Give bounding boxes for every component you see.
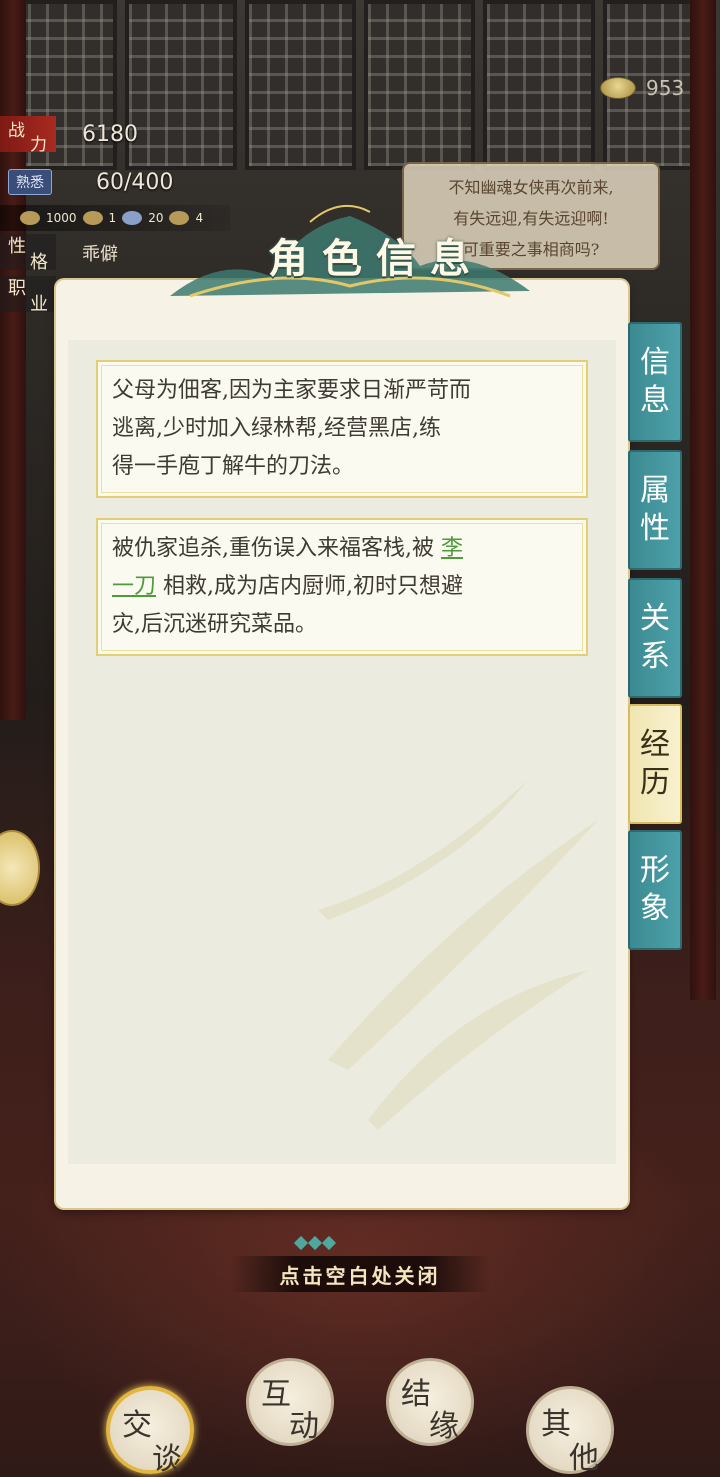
personality-row: 性 格	[0, 232, 56, 273]
mini-stat-value: 1000	[46, 211, 77, 225]
tab-experience[interactable]: 经历	[628, 704, 682, 824]
currency-display: 953	[600, 76, 684, 100]
character-link-li-yidao[interactable]: 李	[441, 536, 463, 561]
tea-bowl-icon	[600, 77, 636, 99]
tab-info[interactable]: 信息	[628, 322, 682, 442]
power-label: 战 力	[0, 116, 56, 155]
tab-attributes[interactable]: 属性	[628, 450, 682, 570]
bamboo-leaf-watermark	[318, 780, 598, 1130]
panel-title: 角色信息	[268, 235, 484, 282]
familiarity-badge: 熟悉	[8, 169, 52, 195]
currency-value: 953	[646, 76, 685, 100]
character-info-panel: 父母为佃客,因为主家要求日渐严苛而 逃离,少时加入绿林帮,经营黑店,练 得一手庖…	[56, 280, 628, 1208]
talk-button[interactable]: 交 谈	[106, 1386, 194, 1477]
personality-label: 性 格	[0, 234, 56, 273]
bond-button[interactable]: 结 缘	[386, 1358, 474, 1446]
tab-relations[interactable]: 关系	[628, 578, 682, 698]
power-value: 6180	[82, 121, 138, 147]
tab-appearance[interactable]: 形象	[628, 830, 682, 950]
job-label: 职 业	[0, 276, 56, 315]
close-hint[interactable]: 点击空白处关闭	[230, 1256, 490, 1292]
personality-value: 乖僻	[82, 244, 118, 265]
spirit-icon	[122, 211, 143, 225]
interact-button[interactable]: 互 动	[246, 1358, 334, 1446]
power-row: 战 力 6180	[0, 114, 138, 155]
familiarity-value: 60/400	[96, 169, 174, 195]
cloud-icon	[20, 211, 40, 225]
character-link-li-yidao[interactable]: 一刀	[112, 574, 156, 599]
other-button[interactable]: 其 他	[526, 1386, 614, 1476]
job-row: 职 业	[0, 274, 56, 315]
experience-card-1: 父母为佃客,因为主家要求日渐严苛而 逃离,少时加入绿林帮,经营黑店,练 得一手庖…	[96, 360, 588, 498]
familiarity-row: 熟悉 60/400	[0, 162, 173, 202]
decorative-diamonds	[293, 1235, 337, 1251]
scroll-icon	[82, 211, 103, 225]
mini-stat-value: 1	[108, 211, 117, 225]
experience-card-2: 被仇家追杀,重伤误入来福客栈,被 李 一刀 相救,成为店内厨师,初时只想避 灾,…	[96, 518, 588, 656]
